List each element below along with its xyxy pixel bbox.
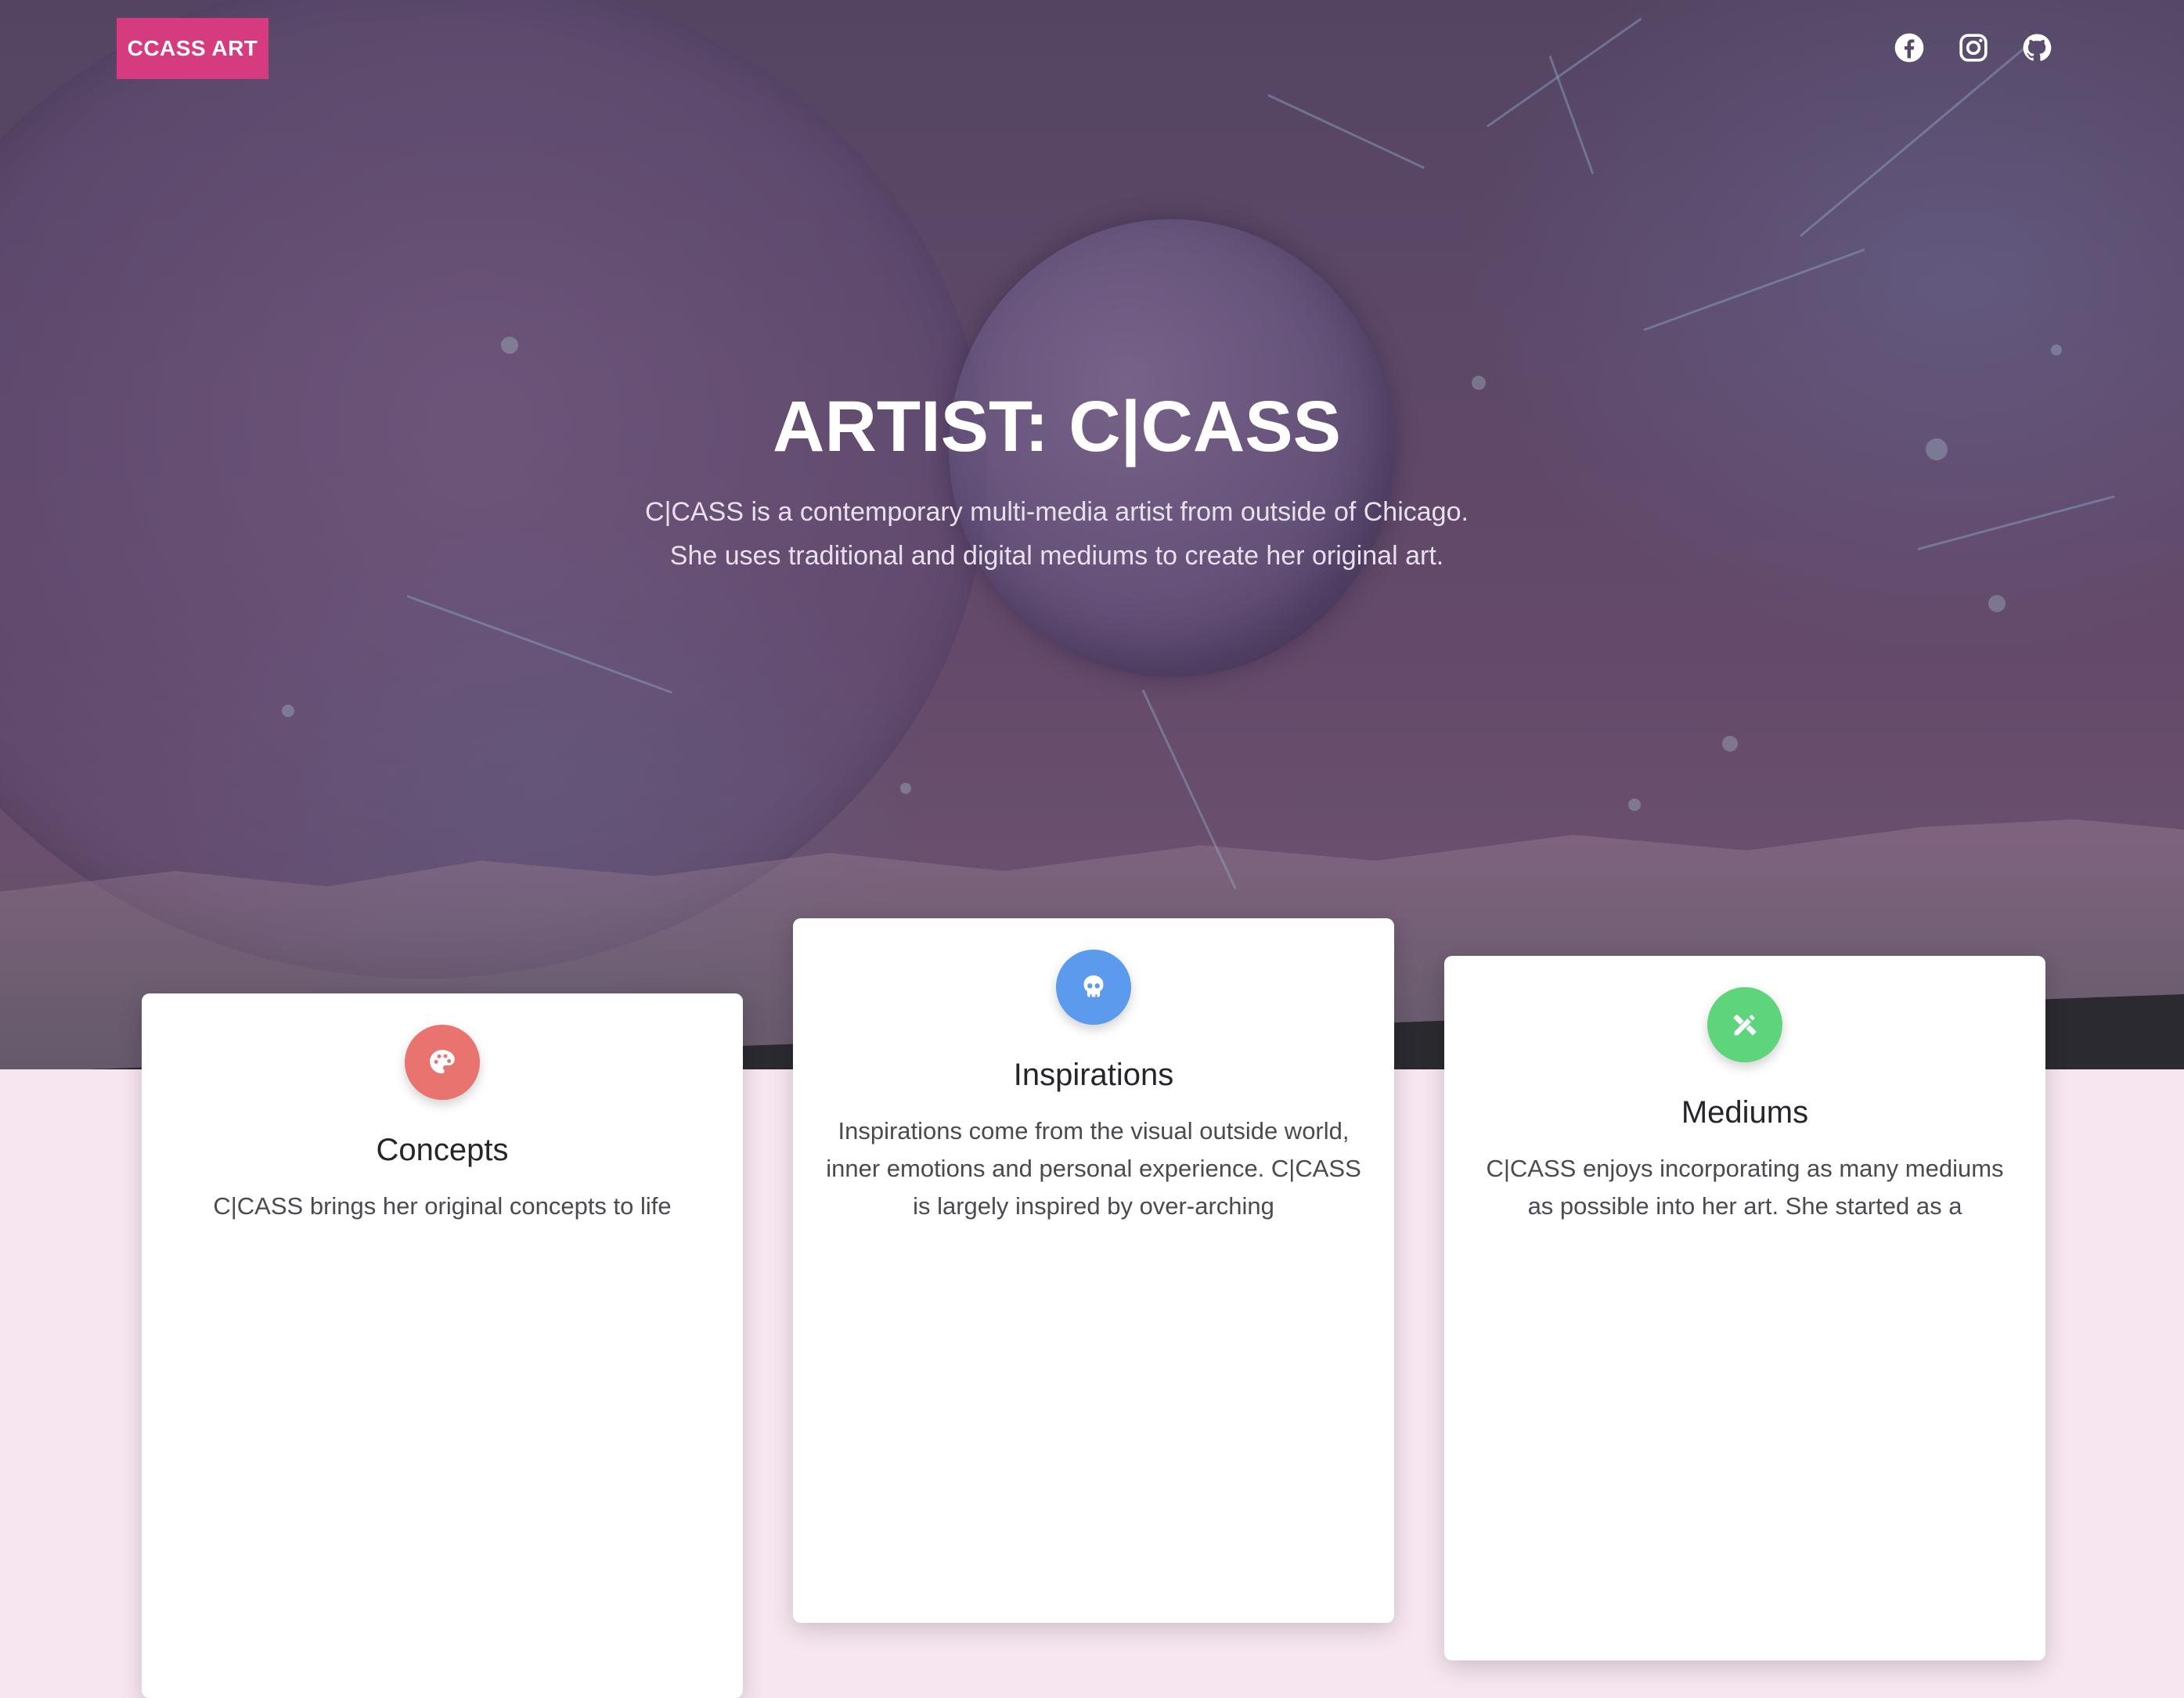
inspirations-card-title: Inspirations: [1013, 1058, 1174, 1092]
background-crack: [1548, 55, 1595, 175]
facebook-link[interactable]: [1893, 31, 1926, 64]
mediums-icon-badge: [1707, 987, 1782, 1062]
background-crack: [1800, 44, 2030, 237]
hero-subtitle: C|CASS is a contemporary multi-media art…: [0, 490, 2114, 578]
concepts-card: Concepts C|CASS brings her original conc…: [142, 993, 743, 1698]
background-star: [282, 705, 294, 717]
background-star: [1722, 736, 1738, 752]
palette-icon: [430, 1050, 455, 1074]
pencil-ruler-icon: [1733, 1014, 1757, 1036]
mediums-card: Mediums C|CASS enjoys incorporating as m…: [1444, 956, 2045, 1660]
background-crack: [1267, 94, 1425, 169]
mediums-card-title: Mediums: [1681, 1095, 1809, 1130]
skull-icon: [1083, 975, 1104, 997]
instagram-icon: [1959, 34, 1988, 62]
background-star: [501, 337, 518, 354]
background-star: [900, 783, 911, 794]
background-star: [1628, 799, 1641, 811]
background-star: [1988, 595, 2006, 612]
concepts-card-text: C|CASS brings her original concepts to l…: [213, 1192, 672, 1220]
brand-logo-button[interactable]: CCASS ART: [117, 18, 268, 79]
background-star: [2051, 344, 2062, 355]
inspirations-card-text: Inspirations come from the visual outsid…: [826, 1117, 1361, 1220]
hero-title: ARTIST: C|CASS: [773, 387, 1341, 467]
background-crack: [1487, 17, 1642, 128]
background-crack: [1643, 248, 1865, 331]
instagram-link[interactable]: [1957, 31, 1990, 64]
github-icon: [2023, 34, 2052, 61]
inspirations-card: Inspirations Inspirations come from the …: [793, 918, 1394, 1623]
facebook-icon: [1894, 33, 1924, 63]
concepts-card-title: Concepts: [376, 1133, 509, 1167]
hero-subtitle-line: She uses traditional and digital mediums…: [669, 541, 1444, 571]
github-link[interactable]: [2020, 31, 2053, 64]
background-planet-large: [0, 0, 986, 979]
inspirations-icon-badge: [1056, 950, 1131, 1025]
mediums-card-text: C|CASS enjoys incorporating as many medi…: [1486, 1155, 2004, 1220]
concepts-icon-badge: [405, 1025, 480, 1100]
hero-subtitle-line: C|CASS is a contemporary multi-media art…: [645, 497, 1469, 527]
